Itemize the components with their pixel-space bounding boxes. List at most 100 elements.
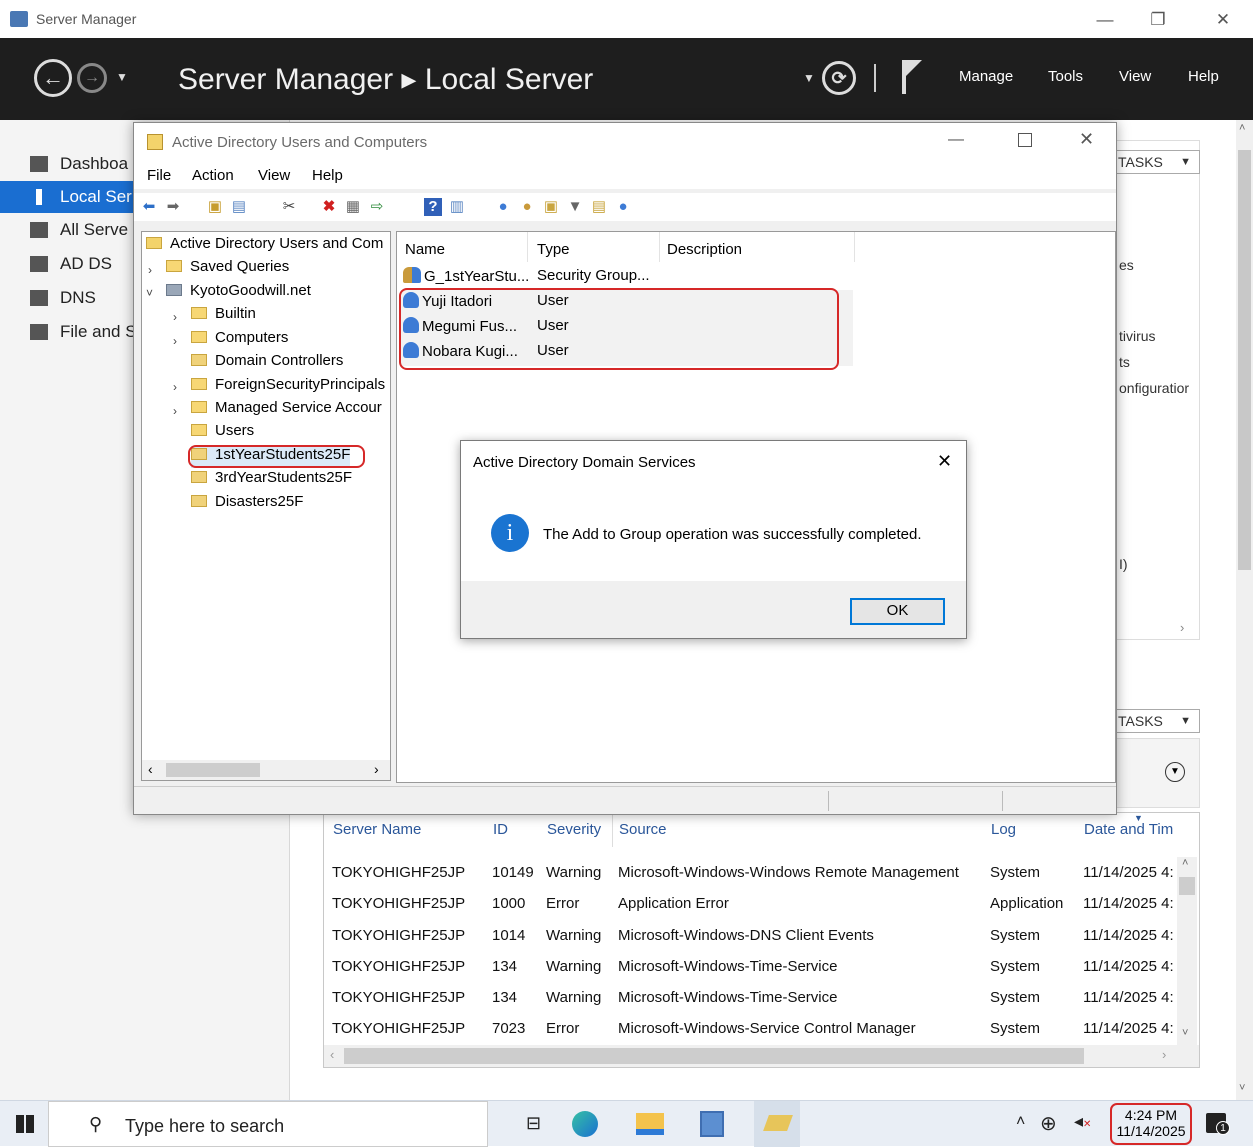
refresh-dropdown-icon[interactable]: ▼ bbox=[803, 71, 815, 85]
chevron-right-icon[interactable]: › bbox=[173, 310, 177, 324]
ok-button[interactable]: OK bbox=[850, 598, 945, 625]
page-scrollbar[interactable]: ˄ ˅ bbox=[1236, 120, 1253, 1100]
scroll-right-icon[interactable]: › bbox=[374, 761, 379, 777]
server-manager-taskbar-icon[interactable] bbox=[700, 1111, 724, 1137]
back-icon[interactable]: ⬅ bbox=[140, 198, 158, 216]
tree-hscrollbar[interactable]: ‹ › bbox=[142, 760, 390, 780]
menu-view[interactable]: View bbox=[258, 167, 290, 184]
windows-start-icon[interactable] bbox=[16, 1115, 34, 1133]
chevron-right-icon[interactable]: › bbox=[148, 263, 152, 277]
scroll-thumb[interactable] bbox=[1179, 877, 1195, 895]
tree-item-foreign-security-principals[interactable]: ForeignSecurityPrincipals bbox=[191, 376, 385, 398]
forward-arrow-icon[interactable]: → bbox=[77, 63, 107, 93]
new-user-icon[interactable]: ● bbox=[494, 198, 512, 216]
network-icon[interactable]: ⊕ bbox=[1040, 1111, 1057, 1136]
dialog-close-button[interactable]: ✕ bbox=[937, 451, 952, 472]
server-manager-app-icon bbox=[10, 11, 28, 27]
tree-item-builtin[interactable]: Builtin bbox=[191, 305, 256, 327]
column-severity[interactable]: Severity bbox=[547, 821, 601, 838]
tree-item-users[interactable]: Users bbox=[191, 422, 254, 444]
events-hscrollbar[interactable]: ‹ › bbox=[324, 1045, 1199, 1067]
new-ou-icon[interactable]: ▣ bbox=[542, 198, 560, 216]
message-dialog: Active Directory Domain Services ✕ i The… bbox=[460, 440, 967, 639]
cut-icon[interactable]: ✂ bbox=[280, 198, 298, 216]
new-group-icon[interactable]: ● bbox=[518, 198, 536, 216]
scroll-up-icon[interactable]: ˄ bbox=[1239, 122, 1245, 134]
tree-item-saved-queries[interactable]: Saved Queries bbox=[166, 258, 289, 280]
scroll-right-icon[interactable]: › bbox=[1162, 1047, 1166, 1062]
expand-circle-icon[interactable]: ▼ bbox=[1165, 762, 1185, 782]
menu-action[interactable]: Action bbox=[192, 167, 234, 184]
clock[interactable]: 4:24 PM 11/14/2025 bbox=[1110, 1103, 1192, 1145]
forward-icon[interactable]: ➡ bbox=[164, 198, 182, 216]
tasks-dropdown-events[interactable]: TASKS ▼ bbox=[1107, 709, 1200, 733]
maximize-button[interactable] bbox=[1018, 133, 1032, 147]
chevron-right-icon[interactable]: › bbox=[173, 334, 177, 348]
column-type[interactable]: Type bbox=[537, 241, 570, 258]
chevron-right-icon[interactable]: › bbox=[173, 404, 177, 418]
scroll-thumb[interactable] bbox=[166, 763, 260, 777]
column-source[interactable]: Source bbox=[619, 821, 667, 838]
tree-item-3rdyearstudents25f[interactable]: 3rdYearStudents25F bbox=[191, 469, 352, 491]
up-folder-icon[interactable]: ▣ bbox=[206, 198, 224, 216]
close-button[interactable]: ✕ bbox=[1079, 129, 1094, 150]
search-box[interactable]: ⚲ Type here to search bbox=[48, 1101, 488, 1147]
events-vscrollbar[interactable]: ˄ ˅ bbox=[1177, 857, 1197, 1045]
aduc-taskbar-glyph bbox=[763, 1115, 793, 1131]
column-date-time[interactable]: Date and Tim bbox=[1084, 821, 1173, 838]
menu-manage[interactable]: Manage bbox=[959, 68, 1013, 85]
show-hidden-icons-icon[interactable]: ˄ bbox=[1016, 1113, 1025, 1131]
volume-muted-icon[interactable]: ◂✕ bbox=[1074, 1111, 1091, 1132]
active-directory-taskbar-icon[interactable] bbox=[754, 1101, 800, 1147]
scroll-thumb[interactable] bbox=[1238, 150, 1251, 570]
minimize-button[interactable]: — bbox=[1082, 6, 1128, 34]
column-name[interactable]: Name bbox=[405, 241, 445, 258]
aduc-window-title: Active Directory Users and Computers bbox=[172, 134, 428, 151]
maximize-button[interactable]: ❐ bbox=[1135, 6, 1181, 34]
history-dropdown-icon[interactable]: ▼ bbox=[116, 70, 128, 84]
taskbar: ⚲ Type here to search ⊟ ˄ ⊕ ◂✕ 4:24 PM 1… bbox=[0, 1100, 1253, 1147]
tasks-dropdown-properties[interactable]: TASKS ▼ bbox=[1107, 150, 1200, 174]
tree-item-computers[interactable]: Computers bbox=[191, 329, 288, 351]
tree-item-domain[interactable]: KyotoGoodwill.net bbox=[166, 282, 311, 304]
menu-file[interactable]: File bbox=[147, 167, 171, 184]
menu-help[interactable]: Help bbox=[1188, 68, 1219, 85]
tree-item-disasters25f[interactable]: Disasters25F bbox=[191, 493, 303, 515]
console-icon[interactable]: ▥ bbox=[448, 198, 466, 216]
add-to-group-icon[interactable]: ● bbox=[614, 198, 632, 216]
properties-icon[interactable]: ▦ bbox=[344, 198, 362, 216]
back-arrow-icon[interactable]: ← bbox=[34, 59, 72, 97]
column-description[interactable]: Description bbox=[667, 241, 742, 258]
tree-item-domain-controllers[interactable]: Domain Controllers bbox=[191, 352, 343, 374]
minimize-button[interactable]: — bbox=[948, 131, 964, 149]
help-icon[interactable]: ? bbox=[424, 198, 442, 216]
menu-tools[interactable]: Tools bbox=[1048, 68, 1083, 85]
tree-item-managed-service-accounts[interactable]: Managed Service Accour bbox=[191, 399, 382, 421]
menu-view[interactable]: View bbox=[1119, 68, 1151, 85]
close-button[interactable]: ✕ bbox=[1200, 6, 1246, 34]
menu-help[interactable]: Help bbox=[312, 167, 343, 184]
column-id[interactable]: ID bbox=[493, 821, 508, 838]
scroll-left-icon[interactable]: ‹ bbox=[148, 761, 153, 777]
refresh-icon[interactable]: ⟳ bbox=[822, 61, 856, 95]
properties-hscroll-right-icon[interactable]: › bbox=[1180, 620, 1184, 635]
action-center-icon[interactable]: 1 bbox=[1206, 1113, 1230, 1135]
find-icon[interactable]: ▤ bbox=[590, 198, 608, 216]
column-log[interactable]: Log bbox=[991, 821, 1016, 838]
scroll-up-icon[interactable]: ˄ bbox=[1182, 857, 1188, 869]
scroll-left-icon[interactable]: ‹ bbox=[330, 1047, 334, 1062]
show-tree-icon[interactable]: ▤ bbox=[230, 198, 248, 216]
export-icon[interactable]: ⇨ bbox=[368, 198, 386, 216]
task-view-icon[interactable]: ⊟ bbox=[526, 1113, 541, 1134]
file-explorer-icon[interactable] bbox=[636, 1113, 664, 1135]
scroll-down-icon[interactable]: ˅ bbox=[1239, 1082, 1245, 1094]
scroll-down-icon[interactable]: ˅ bbox=[1182, 1027, 1188, 1039]
chevron-down-icon[interactable]: ˅ bbox=[146, 286, 153, 300]
scroll-thumb[interactable] bbox=[344, 1048, 1084, 1064]
filter-icon[interactable]: ▼ bbox=[566, 198, 584, 216]
column-server-name[interactable]: Server Name bbox=[333, 821, 421, 838]
tree-item-root[interactable]: Active Directory Users and Com bbox=[146, 235, 383, 257]
chevron-right-icon[interactable]: › bbox=[173, 380, 177, 394]
edge-icon[interactable] bbox=[572, 1111, 598, 1137]
delete-icon[interactable]: ✖ bbox=[320, 198, 338, 216]
